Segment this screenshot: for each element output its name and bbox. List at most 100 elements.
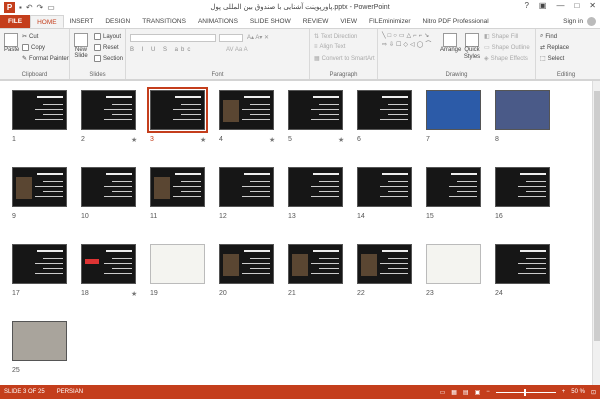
- new-slide-button[interactable]: New Slide: [73, 33, 89, 59]
- slide-number: 19: [150, 290, 158, 297]
- slide-thumbnail[interactable]: [426, 244, 481, 284]
- slide-thumbnail[interactable]: [219, 244, 274, 284]
- redo-icon[interactable]: ↷: [37, 3, 44, 12]
- tab-file[interactable]: FILE: [0, 15, 31, 28]
- tab-animations[interactable]: ANIMATIONS: [192, 15, 244, 28]
- language-indicator[interactable]: PERSIAN: [57, 389, 83, 395]
- slide-thumbnail[interactable]: [81, 90, 136, 130]
- tab-view[interactable]: VIEW: [334, 15, 363, 28]
- slide-thumbnail[interactable]: [495, 90, 550, 130]
- font-color-buttons[interactable]: AV Aa A: [226, 47, 248, 53]
- zoom-level[interactable]: 50 %: [571, 389, 585, 395]
- tab-home[interactable]: HOME: [30, 15, 64, 28]
- slide-thumbnail[interactable]: [219, 90, 274, 130]
- slide-number: 3: [150, 136, 154, 143]
- convert-smartart-label: Convert to SmartArt: [321, 55, 375, 62]
- slide-thumbnail[interactable]: [219, 167, 274, 207]
- help-icon[interactable]: ?: [524, 1, 528, 10]
- slide-thumbnail[interactable]: [426, 167, 481, 207]
- copy-button[interactable]: Copy: [22, 44, 45, 51]
- cut-label: Cut: [29, 33, 39, 40]
- slide-thumbnail[interactable]: [150, 167, 205, 207]
- slide-thumbnail[interactable]: [81, 167, 136, 207]
- slide-thumbnail[interactable]: [12, 244, 67, 284]
- ribbon-display-icon[interactable]: ▣: [539, 1, 547, 10]
- slide-thumbnail[interactable]: [288, 90, 343, 130]
- zoom-in-icon[interactable]: +: [562, 389, 566, 395]
- transition-star-icon[interactable]: ★: [338, 136, 344, 144]
- arrange-label: Arrange: [440, 47, 462, 53]
- close-icon[interactable]: ✕: [589, 1, 596, 10]
- slide-thumbnail[interactable]: [12, 90, 67, 130]
- transition-star-icon[interactable]: ★: [269, 136, 275, 144]
- transition-star-icon[interactable]: ★: [131, 136, 137, 144]
- sign-in[interactable]: Sign in: [563, 17, 596, 26]
- shape-fill-button[interactable]: ◧ Shape Fill: [484, 33, 518, 41]
- slide-thumbnail[interactable]: [288, 167, 343, 207]
- slide-heading-line: [382, 173, 408, 175]
- copy-icon: [22, 44, 29, 51]
- find-button[interactable]: ⌕ Find: [540, 33, 557, 40]
- zoom-out-icon[interactable]: −: [486, 389, 490, 395]
- save-icon[interactable]: ▪: [19, 3, 22, 12]
- tab-review[interactable]: REVIEW: [297, 15, 335, 28]
- zoom-handle[interactable]: [523, 388, 526, 396]
- slide-heading-line: [313, 96, 339, 98]
- slide-thumbnail[interactable]: [81, 244, 136, 284]
- convert-smartart-button[interactable]: ▦ Convert to SmartArt: [314, 55, 375, 63]
- sign-in-label[interactable]: Sign in: [563, 18, 583, 25]
- format-painter-button[interactable]: ✎ Format Painter: [22, 55, 69, 63]
- transition-star-icon[interactable]: ★: [200, 136, 206, 144]
- align-text-button[interactable]: ≡ Align Text: [314, 44, 345, 50]
- shape-effects-button[interactable]: ◈ Shape Effects: [484, 55, 528, 63]
- zoom-slider[interactable]: [495, 388, 556, 396]
- tab-insert[interactable]: INSERT: [64, 15, 100, 28]
- arrange-button[interactable]: Arrange: [440, 33, 462, 53]
- slide-thumbnail[interactable]: [357, 244, 412, 284]
- slide-thumbnail[interactable]: [150, 244, 205, 284]
- shapes-gallery[interactable]: ╲□○▭△⌐⌐↘ ⇨⇩☐◇◁◯⌒: [382, 32, 433, 48]
- slideshow-view-icon[interactable]: ▣: [475, 389, 481, 396]
- replace-button[interactable]: ⇄ Replace: [540, 44, 570, 52]
- select-button[interactable]: ⬚ Select: [540, 55, 564, 63]
- minimize-icon[interactable]: —: [556, 1, 564, 10]
- reading-view-icon[interactable]: ▤: [463, 389, 469, 396]
- slide-thumbnail[interactable]: [147, 87, 208, 133]
- cut-button[interactable]: ✂ Cut: [22, 33, 39, 41]
- font-name-field[interactable]: [130, 34, 216, 42]
- undo-icon[interactable]: ↶: [26, 3, 33, 12]
- slide-thumbnail[interactable]: [288, 244, 343, 284]
- paste-button[interactable]: Paste: [4, 33, 19, 53]
- tab-nitro-pdf-professional[interactable]: Nitro PDF Professional: [417, 15, 495, 28]
- shape-outline-button[interactable]: ▭ Shape Outline: [484, 44, 530, 52]
- layout-button[interactable]: Layout: [94, 33, 121, 40]
- font-size-buttons[interactable]: A▴ A▾ ✕: [247, 34, 269, 41]
- slide-thumbnail[interactable]: [12, 167, 67, 207]
- present-icon[interactable]: ▭: [47, 3, 55, 12]
- brush-icon: ✎: [22, 56, 28, 62]
- slide-sorter-view-icon[interactable]: ▦: [451, 389, 457, 396]
- reset-button[interactable]: Reset: [94, 44, 119, 51]
- tab-fileminimizer[interactable]: FILEminimizer: [363, 15, 417, 28]
- replace-label: Replace: [547, 44, 570, 51]
- transition-star-icon[interactable]: ★: [131, 290, 137, 298]
- slide-thumbnail[interactable]: [357, 90, 412, 130]
- tab-transitions[interactable]: TRANSITIONS: [136, 15, 192, 28]
- slide-thumbnail[interactable]: [426, 90, 481, 130]
- scrollbar-thumb[interactable]: [594, 91, 600, 341]
- vertical-scrollbar[interactable]: [592, 81, 600, 386]
- text-direction-button[interactable]: ⇅ Text Direction: [314, 33, 357, 41]
- tab-design[interactable]: DESIGN: [99, 15, 136, 28]
- font-size-field[interactable]: [219, 34, 243, 42]
- slide-thumbnail[interactable]: [495, 167, 550, 207]
- maximize-icon[interactable]: □: [574, 1, 579, 10]
- font-format-buttons[interactable]: B I U S abc: [130, 47, 193, 53]
- slide-thumbnail[interactable]: [12, 321, 67, 361]
- normal-view-icon[interactable]: ▭: [440, 389, 446, 396]
- slide-thumbnail[interactable]: [495, 244, 550, 284]
- slide-thumbnail[interactable]: [357, 167, 412, 207]
- fit-slide-icon[interactable]: ⊡: [591, 389, 596, 396]
- section-button[interactable]: Section: [94, 55, 123, 62]
- quick-styles-button[interactable]: Quick Styles: [462, 33, 482, 61]
- tab-slide-show[interactable]: SLIDE SHOW: [244, 15, 297, 28]
